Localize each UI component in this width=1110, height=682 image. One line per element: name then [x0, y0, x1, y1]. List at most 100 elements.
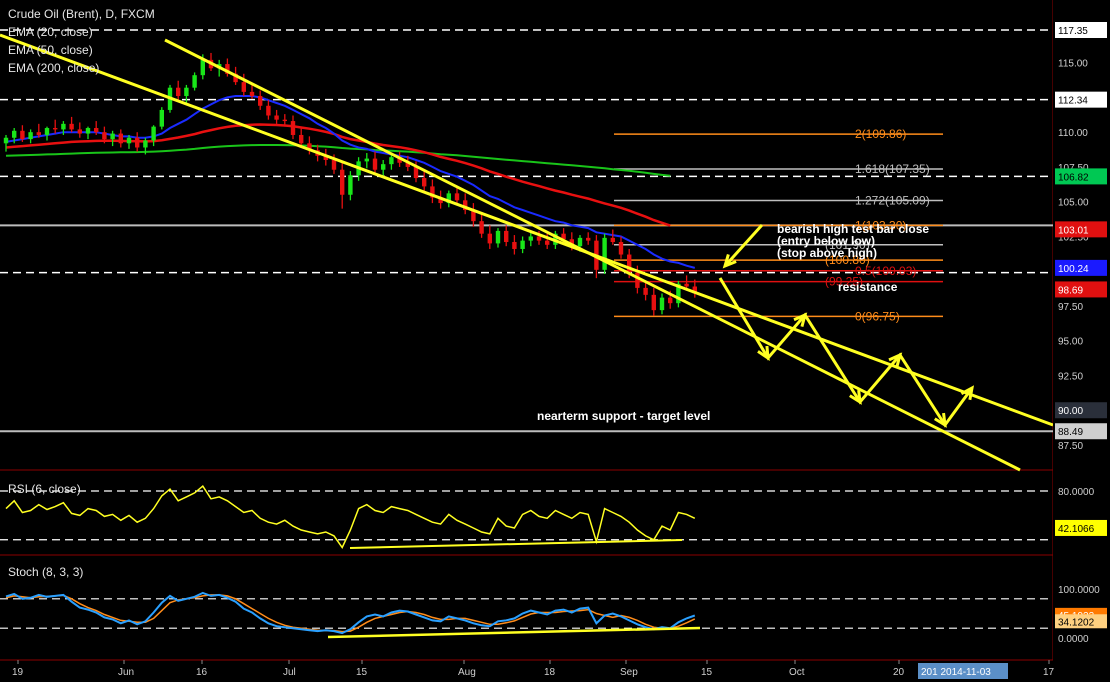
- candle-body: [487, 233, 492, 244]
- candle-body: [126, 137, 132, 144]
- price-chart[interactable]: 2(109.86)1.618(107.35)1.272(105.09)1(103…: [0, 0, 1110, 682]
- candle-body: [69, 123, 74, 130]
- date-tag-label: 201 2014-11-03: [921, 667, 991, 678]
- legend-stoch: Stoch (8, 3, 3): [8, 565, 83, 579]
- rsi-tag-label: 42.1066: [1058, 524, 1095, 535]
- candle-body: [651, 294, 656, 311]
- price-tag-label: 112.34: [1058, 96, 1088, 107]
- price-tag-label: 117.35: [1058, 26, 1088, 37]
- candle-body: [241, 82, 246, 92]
- candle-body: [504, 230, 509, 243]
- candle-body: [36, 132, 41, 135]
- time-tick-label: 16: [196, 667, 208, 678]
- candle-body: [618, 242, 624, 255]
- candle-body: [528, 236, 533, 241]
- candle-body: [151, 126, 156, 141]
- annotation-support: nearterm support - target level: [537, 409, 710, 423]
- candle-body: [668, 297, 673, 304]
- stoch-d-tag-label: 34.1202: [1058, 617, 1095, 628]
- price-tag-label: 88.49: [1058, 427, 1083, 438]
- candle-body: [643, 287, 648, 295]
- fib-level-label: 1.272(105.09): [855, 193, 930, 207]
- candle-body: [610, 237, 615, 243]
- candle-body: [282, 119, 287, 122]
- time-tick-label: Aug: [458, 667, 476, 678]
- price-tag-label: 106.82: [1058, 172, 1089, 183]
- candle-body: [61, 123, 66, 130]
- price-tick-label: 97.50: [1058, 302, 1083, 313]
- rsi-tick-label: 80.0000: [1058, 487, 1095, 498]
- time-tick-label: 17: [1043, 667, 1055, 678]
- price-tick-label: 110.00: [1058, 128, 1088, 139]
- candle-body: [192, 75, 197, 88]
- candle-body: [200, 59, 205, 76]
- time-tick-label: 18: [544, 667, 556, 678]
- time-tick-label: Oct: [789, 667, 805, 678]
- time-tick-label: 19: [12, 667, 24, 678]
- stoch-tick-label: 0.0000: [1058, 634, 1089, 645]
- time-tick-label: 15: [356, 667, 368, 678]
- candle-body: [381, 164, 386, 170]
- candle-body: [684, 283, 689, 287]
- candle-body: [340, 169, 345, 195]
- candle-body: [266, 105, 271, 116]
- price-tag-label: 100.24: [1058, 264, 1089, 275]
- candle-body: [135, 137, 140, 148]
- candle-body: [495, 230, 501, 244]
- candle-body: [118, 133, 123, 144]
- time-tick-label: Jul: [283, 667, 296, 678]
- candle-body: [102, 132, 107, 140]
- annotation-stop: (stop above high): [777, 246, 877, 260]
- candle-body: [348, 175, 353, 195]
- fib-level-label: 0.5(100.03): [855, 264, 916, 278]
- candle-body: [176, 87, 181, 97]
- candle-body: [659, 297, 665, 311]
- candle-body: [12, 130, 17, 138]
- candle-body: [3, 137, 9, 144]
- candle-body: [512, 242, 517, 249]
- candle-body: [53, 128, 58, 130]
- candle-body: [143, 140, 148, 148]
- candle-body: [422, 178, 427, 187]
- legend-ema20: EMA (20, close): [8, 25, 93, 39]
- price-tag-label: 98.69: [1058, 285, 1083, 296]
- time-tick-label: Jun: [118, 667, 134, 678]
- candle-body: [20, 130, 25, 140]
- price-tick-label: 105.00: [1058, 198, 1089, 209]
- legend-rsi: RSI (6, close): [8, 482, 81, 496]
- fib-level-label: 0(96.75): [855, 309, 900, 323]
- candle-body: [299, 134, 304, 144]
- candle-body: [331, 159, 337, 170]
- candle-body: [249, 91, 255, 97]
- candle-body: [577, 237, 583, 247]
- legend-ema50: EMA (50, close): [8, 43, 93, 57]
- price-tick-label: 95.00: [1058, 337, 1083, 348]
- candle-body: [77, 129, 82, 134]
- candle-body: [290, 121, 296, 135]
- price-tick-label: 92.50: [1058, 371, 1083, 382]
- candle-body: [274, 115, 279, 120]
- candle-body: [28, 132, 33, 140]
- candle-body: [85, 128, 91, 134]
- candle-body: [184, 87, 189, 97]
- candle-body: [586, 237, 591, 241]
- legend-ema200: EMA (200, close): [8, 61, 99, 75]
- candle-body: [110, 133, 115, 140]
- candle-body: [372, 158, 378, 170]
- candle-body: [44, 128, 50, 135]
- time-tick-label: 20: [893, 667, 905, 678]
- candle-body: [389, 157, 394, 165]
- price-tag-label: 90.00: [1058, 406, 1083, 417]
- time-tick-label: Sep: [620, 667, 638, 678]
- fib-level-label: 2(109.86): [855, 127, 906, 141]
- candle-body: [94, 128, 99, 133]
- candle-body: [258, 96, 263, 106]
- time-tick-label: 15: [701, 667, 713, 678]
- candle-body: [454, 193, 460, 201]
- annotation-resistance: resistance: [838, 280, 898, 294]
- price-tick-label: 87.50: [1058, 441, 1083, 452]
- candle-body: [159, 109, 164, 127]
- candle-body: [364, 158, 369, 162]
- price-tick-label: 115.00: [1058, 59, 1088, 70]
- chart-title: Crude Oil (Brent), D, FXCM: [8, 7, 155, 21]
